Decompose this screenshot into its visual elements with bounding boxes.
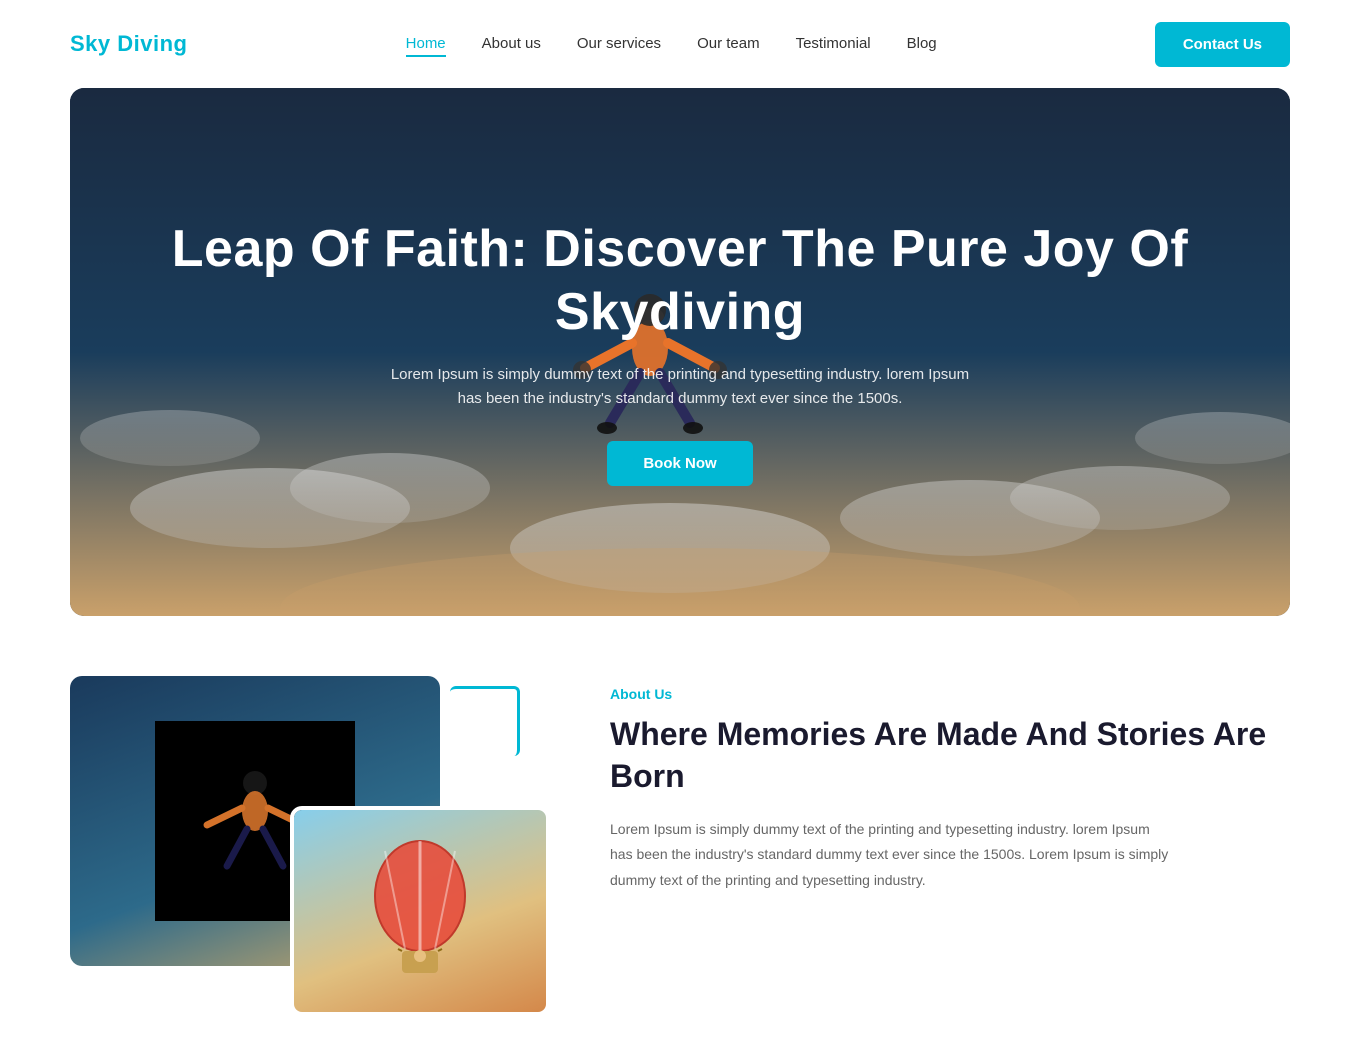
nav-links: Home About us Our services Our team Test… xyxy=(406,35,937,53)
nav-item-team[interactable]: Our team xyxy=(697,35,760,53)
nav-link-services[interactable]: Our services xyxy=(577,35,661,52)
contact-us-button[interactable]: Contact Us xyxy=(1155,22,1290,67)
nav-item-home[interactable]: Home xyxy=(406,35,446,53)
nav-link-about[interactable]: About us xyxy=(482,35,541,52)
nav-item-about[interactable]: About us xyxy=(482,35,541,53)
about-content: About Us Where Memories Are Made And Sto… xyxy=(610,676,1290,893)
about-images xyxy=(70,676,550,1016)
hero-title: Leap Of Faith: Discover The Pure Joy Of … xyxy=(150,218,1210,343)
hero-description: Lorem Ipsum is simply dummy text of the … xyxy=(390,363,970,411)
bracket-decoration xyxy=(450,686,520,756)
about-description: Lorem Ipsum is simply dummy text of the … xyxy=(610,817,1170,893)
brand-logo: Sky Diving xyxy=(70,31,187,57)
nav-link-home[interactable]: Home xyxy=(406,35,446,57)
about-tag: About Us xyxy=(610,686,1290,702)
nav-item-services[interactable]: Our services xyxy=(577,35,661,53)
navbar: Sky Diving Home About us Our services Ou… xyxy=(0,0,1360,88)
nav-item-blog[interactable]: Blog xyxy=(907,35,937,53)
hero-content: Leap Of Faith: Discover The Pure Joy Of … xyxy=(70,218,1290,486)
nav-item-testimonial[interactable]: Testimonial xyxy=(796,35,871,53)
book-now-button[interactable]: Book Now xyxy=(607,441,752,486)
nav-link-team[interactable]: Our team xyxy=(697,35,760,52)
about-heading: Where Memories Are Made And Stories Are … xyxy=(610,714,1290,797)
hero-section: Leap Of Faith: Discover The Pure Joy Of … xyxy=(70,88,1290,616)
nav-link-blog[interactable]: Blog xyxy=(907,35,937,52)
about-image-overlay xyxy=(290,806,550,1016)
nav-link-testimonial[interactable]: Testimonial xyxy=(796,35,871,52)
about-section: About Us Where Memories Are Made And Sto… xyxy=(0,616,1360,1056)
